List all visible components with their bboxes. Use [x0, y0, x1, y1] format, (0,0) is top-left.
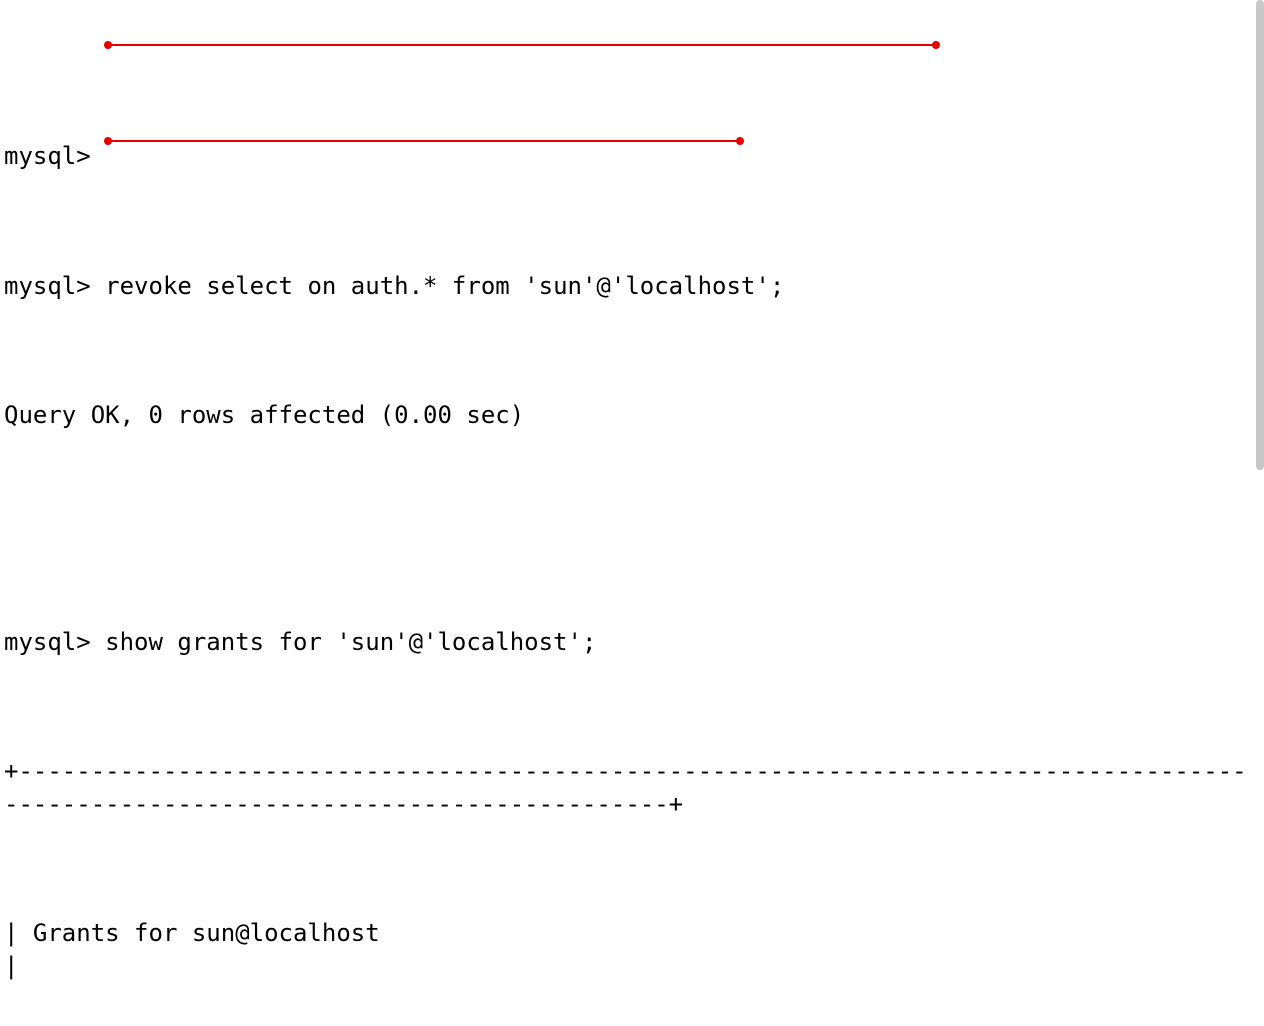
red-underline-annotation-1 [108, 44, 936, 46]
table-header: | Grants for sun@localhost | [4, 917, 1260, 982]
terminal-prev-prompt: mysql> [4, 140, 1260, 172]
revoke-command[interactable]: revoke select on auth.* from 'sun'@'loca… [91, 272, 785, 300]
mysql-prompt: mysql> [4, 272, 91, 300]
terminal-line: mysql> show grants for 'sun'@'localhost'… [4, 626, 1260, 658]
scrollbar-thumb[interactable] [1256, 0, 1264, 470]
mysql-prompt: mysql> [4, 628, 91, 656]
query-result-1: Query OK, 0 rows affected (0.00 sec) [4, 399, 1260, 431]
terminal-line: mysql> revoke select on auth.* from 'sun… [4, 270, 1260, 302]
show-grants-command[interactable]: show grants for 'sun'@'localhost'; [91, 628, 597, 656]
table-separator-top: +---------------------------------------… [4, 755, 1260, 820]
scrollbar-track[interactable] [1256, 0, 1264, 513]
